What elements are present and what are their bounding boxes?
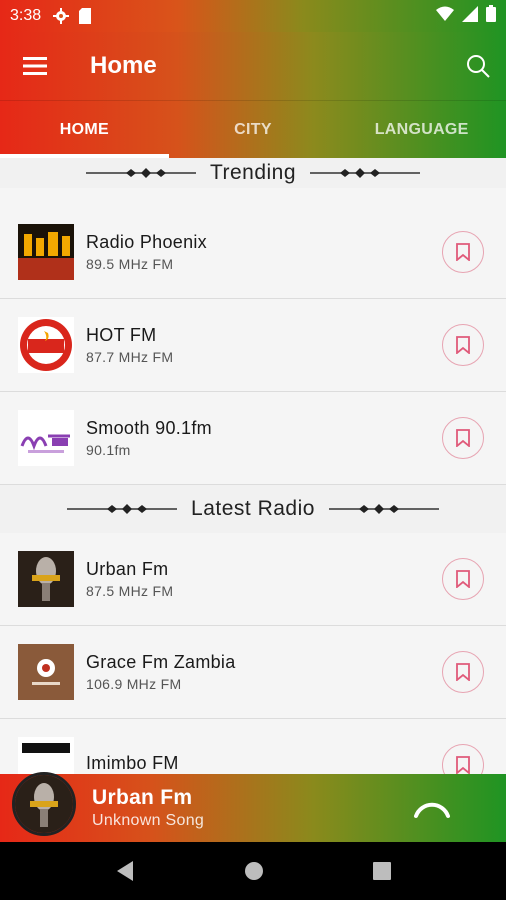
station-name: Grace Fm Zambia xyxy=(86,652,236,672)
station-row[interactable]: Radio Phoenix 89.5 MHz FM xyxy=(0,206,506,299)
station-frequency: 87.5 MHz FM xyxy=(86,583,174,599)
bookmark-icon xyxy=(456,663,470,681)
now-playing-artwork xyxy=(12,772,76,836)
home-icon[interactable] xyxy=(244,861,264,881)
flourish-left-icon xyxy=(67,504,178,514)
station-logo xyxy=(18,644,74,700)
content-list[interactable]: Trending Radio Phoenix 89.5 MHz FM HOT F… xyxy=(0,158,506,774)
station-name: HOT FM xyxy=(86,325,157,345)
station-frequency: 90.1fm xyxy=(86,442,131,458)
tab-bar: HOME CITY LANGUAGE xyxy=(0,100,506,158)
sd-card-icon xyxy=(77,8,93,24)
now-playing-bar[interactable]: Urban Fm Unknown Song xyxy=(0,772,506,842)
station-name: Imimbo FM xyxy=(86,753,179,773)
bookmark-icon xyxy=(456,756,470,774)
now-playing-subtitle: Unknown Song xyxy=(92,812,205,829)
bookmark-icon xyxy=(456,243,470,261)
wifi-icon xyxy=(436,6,454,27)
station-name: Urban Fm xyxy=(86,559,169,579)
station-frequency: 106.9 MHz FM xyxy=(86,676,182,692)
bookmark-icon xyxy=(456,429,470,447)
section-title-latest: Latest Radio xyxy=(191,497,315,520)
app-bar: Home xyxy=(0,32,506,100)
station-row[interactable]: Grace Fm Zambia 106.9 MHz FM xyxy=(0,626,506,719)
station-logo xyxy=(18,317,74,373)
station-row[interactable]: HOT FM 87.7 MHz FM xyxy=(0,299,506,392)
bookmark-icon xyxy=(456,336,470,354)
flourish-left-icon xyxy=(85,168,196,178)
section-header-trending: Trending xyxy=(0,158,506,188)
bookmark-button[interactable] xyxy=(442,324,484,366)
bookmark-button[interactable] xyxy=(442,744,484,774)
bookmark-button[interactable] xyxy=(442,231,484,273)
status-bar: 3:38 xyxy=(0,0,506,32)
signal-icon xyxy=(462,5,478,27)
settings-icon xyxy=(53,8,70,24)
battery-icon xyxy=(486,5,496,27)
station-logo xyxy=(18,737,74,774)
page-title: Home xyxy=(90,52,157,79)
station-row[interactable]: Imimbo FM xyxy=(0,719,506,774)
bookmark-button[interactable] xyxy=(442,417,484,459)
system-nav-bar xyxy=(0,842,506,900)
menu-button[interactable] xyxy=(0,32,70,100)
station-logo xyxy=(18,410,74,466)
status-time: 3:38 xyxy=(10,7,42,24)
bookmark-button[interactable] xyxy=(442,651,484,693)
station-row[interactable]: Smooth 90.1fm 90.1fm xyxy=(0,392,506,485)
station-logo xyxy=(18,224,74,280)
station-name: Smooth 90.1fm xyxy=(86,418,212,438)
station-row[interactable]: Urban Fm 87.5 MHz FM xyxy=(0,533,506,626)
section-header-latest: Latest Radio xyxy=(0,485,506,533)
flourish-right-icon xyxy=(328,504,439,514)
now-playing-title: Urban Fm xyxy=(92,786,193,809)
hamburger-icon xyxy=(23,57,47,75)
station-name: Radio Phoenix xyxy=(86,232,207,252)
back-icon[interactable] xyxy=(115,860,135,882)
flourish-right-icon xyxy=(310,168,421,178)
tab-home[interactable]: HOME xyxy=(0,101,169,158)
recents-icon[interactable] xyxy=(373,862,392,880)
tab-language[interactable]: LANGUAGE xyxy=(337,101,506,158)
tab-city[interactable]: CITY xyxy=(169,101,338,158)
station-frequency: 87.7 MHz FM xyxy=(86,349,174,365)
section-title-trending: Trending xyxy=(209,161,297,184)
bookmark-button[interactable] xyxy=(442,558,484,600)
station-frequency: 89.5 MHz FM xyxy=(86,256,174,272)
bookmark-icon xyxy=(456,570,470,588)
station-logo xyxy=(18,551,74,607)
search-icon xyxy=(467,55,490,78)
search-button[interactable] xyxy=(450,32,506,100)
loading-spinner-icon xyxy=(414,802,450,818)
